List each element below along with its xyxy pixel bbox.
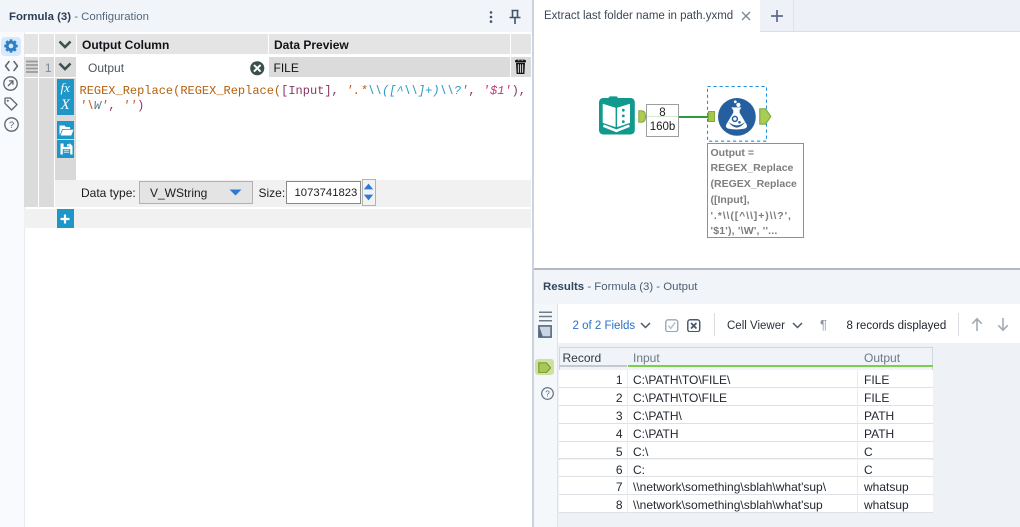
svg-text:?: ? (8, 120, 13, 131)
svg-text:?: ? (545, 389, 550, 398)
